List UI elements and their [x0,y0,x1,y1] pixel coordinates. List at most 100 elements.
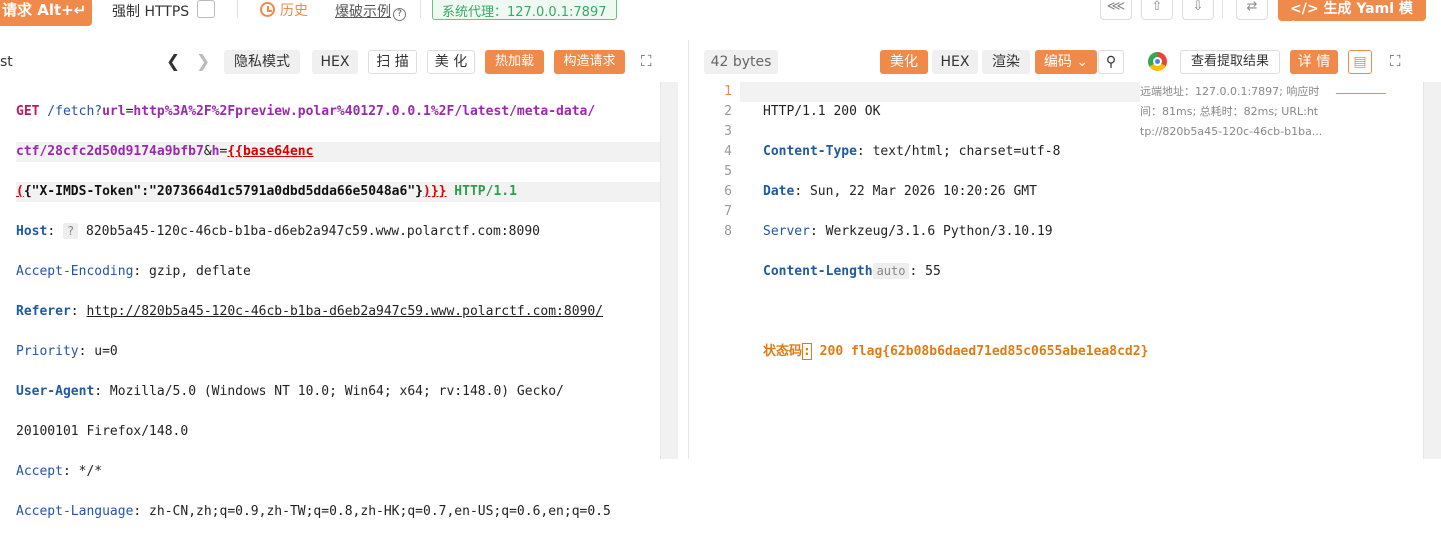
force-https-checkbox[interactable] [197,0,215,18]
param-key: h [211,144,220,159]
line-number: 5 [724,164,732,179]
response-blank-line [763,302,1143,322]
header-priority: Priority: u=0 [16,342,660,362]
header-value: : zh-CN,zh;q=0.9,zh-TW;q=0.8,zh-HK;q=0.7… [133,504,611,519]
auto-badge[interactable]: auto [872,263,910,279]
response-status-line: HTTP/1.1 200 OK [763,102,1143,122]
comment-icon[interactable]: ▤ [1348,50,1372,74]
header-key: Accept-Language [16,504,134,519]
response-blank-line [763,382,1143,402]
template-open: ( [16,184,24,199]
info-line: tp://820b5a45-120c-46cb-b1ba... [1140,125,1323,138]
response-beautify-button[interactable]: 美化 [880,50,928,74]
chevron-down-icon: ⌄ [1076,54,1089,70]
expand-icon[interactable]: ⛶ [641,52,652,70]
upload-icon[interactable]: ⇧ [1141,0,1173,20]
referer-link[interactable]: http://820b5a45-120c-46cb-b1ba-d6eb2a947… [86,304,603,319]
code-icon: </> [1290,1,1324,17]
request-tab-label[interactable]: st [0,54,13,82]
header-value: 820b5a45-120c-46cb-b1ba-d6eb2a947c59.www… [78,224,540,239]
header-key: Host [16,224,48,239]
response-header-content-length: Content-Length auto: 55 [763,262,1143,282]
line-number: 8 [724,224,732,239]
scan-button[interactable]: 扫 描 [368,50,417,74]
request-path: /fetch? [39,104,103,119]
template-json: {"X-IMDS-Token":"2073664d1c5791a0dbd5dda… [23,184,423,199]
request-editor[interactable]: GET /fetch?url=http%3A%2F%2Fpreview.pola… [16,82,660,542]
encoding-label: 编码 [1043,54,1072,70]
header-key: Date [763,184,795,199]
flag-value: 200 flag{62b08b6daed71ed85c0655abe1ea8cd… [811,344,1149,359]
details-button[interactable]: 详 情 [1290,50,1338,74]
request-line-3: ({"X-IMDS-Token":"2073664d1c5791a0dbd5dd… [16,182,660,202]
swap-icon[interactable]: ⇄ [1236,0,1268,20]
render-button[interactable]: 渲染 [982,50,1030,74]
request-scrollbar[interactable] [660,82,678,459]
search-icon[interactable]: ⚲ [1098,50,1124,74]
header-value: : Sun, 22 Mar 2026 10:20:26 GMT [794,184,1037,199]
download-icon[interactable]: ⇩ [1182,0,1214,20]
status-colon: : [802,343,812,360]
header-key: Server [763,224,810,239]
response-expand-icon[interactable]: ⛶ [1390,52,1401,70]
header-user-agent: User-Agent: Mozilla/5.0 (Windows NT 10.0… [16,382,660,402]
header-accept: Accept: */* [16,462,660,482]
info-line: 远端地址：127.0.0.1:7897; 响应时 [1140,85,1320,98]
beautify-button[interactable]: 美 化 [427,50,475,74]
line-number: 1 [724,84,732,99]
chevron-left-icon[interactable]: ❮ [166,52,180,72]
response-header-content-type: Content-Type: text/html; charset=utf-8 [763,142,1143,162]
param-amp: & [203,144,212,159]
header-value: : Werkzeug/3.1.6 Python/3.10.19 [809,224,1053,239]
brute-example-link[interactable]: 爆破示例? [335,1,406,21]
template-tag: {{base64enc [227,144,314,159]
response-editor[interactable]: HTTP/1.1 200 OK Content-Type: text/html;… [763,82,1148,422]
header-key: Priority [16,344,79,359]
template-close: )}} [423,184,447,199]
divider [237,0,238,18]
panel-divider [688,40,689,459]
header-accept-language: Accept-Language: zh-CN,zh;q=0.9,zh-TW;q=… [16,502,660,522]
response-info-overlay: 远端地址：127.0.0.1:7897; 响应时 间：81ms; 总耗时：82m… [1140,82,1330,142]
chevron-right-icon[interactable]: ❯ [196,52,210,72]
history-button[interactable]: 历史 [260,0,308,20]
header-value: : text/html; charset=utf-8 [856,144,1061,159]
response-header-server: Server: Werkzeug/3.1.6 Python/3.10.19 [763,222,1143,242]
status-line: HTTP/1.1 200 OK [763,104,881,119]
share-icon[interactable]: ⋘ [1100,0,1132,20]
hex-button[interactable]: HEX [312,50,358,74]
line-number: 6 [724,184,732,199]
private-mode-button[interactable]: 隐私模式 [224,50,300,74]
header-host: Host: ? 820b5a45-120c-46cb-b1ba-d6eb2a94… [16,223,540,239]
view-extract-button[interactable]: 查看提取结果 [1180,50,1280,74]
line-number: 3 [724,124,732,139]
header-key: User-Agent [16,384,95,399]
help-icon: ? [393,8,406,21]
send-request-button[interactable]: 请求 Alt+↵ [0,0,92,26]
line-number: 2 [724,104,732,119]
header-key: Referer [16,304,71,319]
http-protocol: HTTP/1.1 [446,184,517,199]
response-hex-button[interactable]: HEX [932,50,978,74]
generate-yaml-button[interactable]: </> 生成 Yaml 模板 [1278,0,1426,37]
host-help-badge[interactable]: ? [62,223,79,239]
minimap[interactable] [1336,84,1386,94]
top-toolbar: 请求 Alt+↵ 强制 HTTPS 历史 爆破示例? 系统代理：127.0.0.… [0,0,1441,37]
header-value: : 55 [909,264,941,279]
construct-request-button[interactable]: 构造请求 [554,50,625,74]
encoding-dropdown[interactable]: 编码 ⌄ [1035,50,1097,74]
chrome-icon[interactable] [1148,52,1167,71]
hotload-button[interactable]: 热加载 [485,50,544,74]
divider [420,0,421,18]
param-value: http%3A%2F%2Fpreview.polar%40127.0.0.1%2… [133,104,596,119]
param-key: url [102,104,126,119]
response-size-badge: 42 bytes [704,50,778,74]
header-key: Content-Type [763,144,857,159]
line-number: 7 [724,204,732,219]
response-scrollbar[interactable] [1423,82,1441,459]
status-code-label: 状态码 [763,344,803,359]
info-line: 间：81ms; 总耗时：82ms; URL:ht [1140,105,1319,118]
header-key: Accept [16,464,63,479]
line-number: 4 [724,144,732,159]
system-proxy-badge[interactable]: 系统代理：127.0.0.1:7897 [432,0,617,20]
